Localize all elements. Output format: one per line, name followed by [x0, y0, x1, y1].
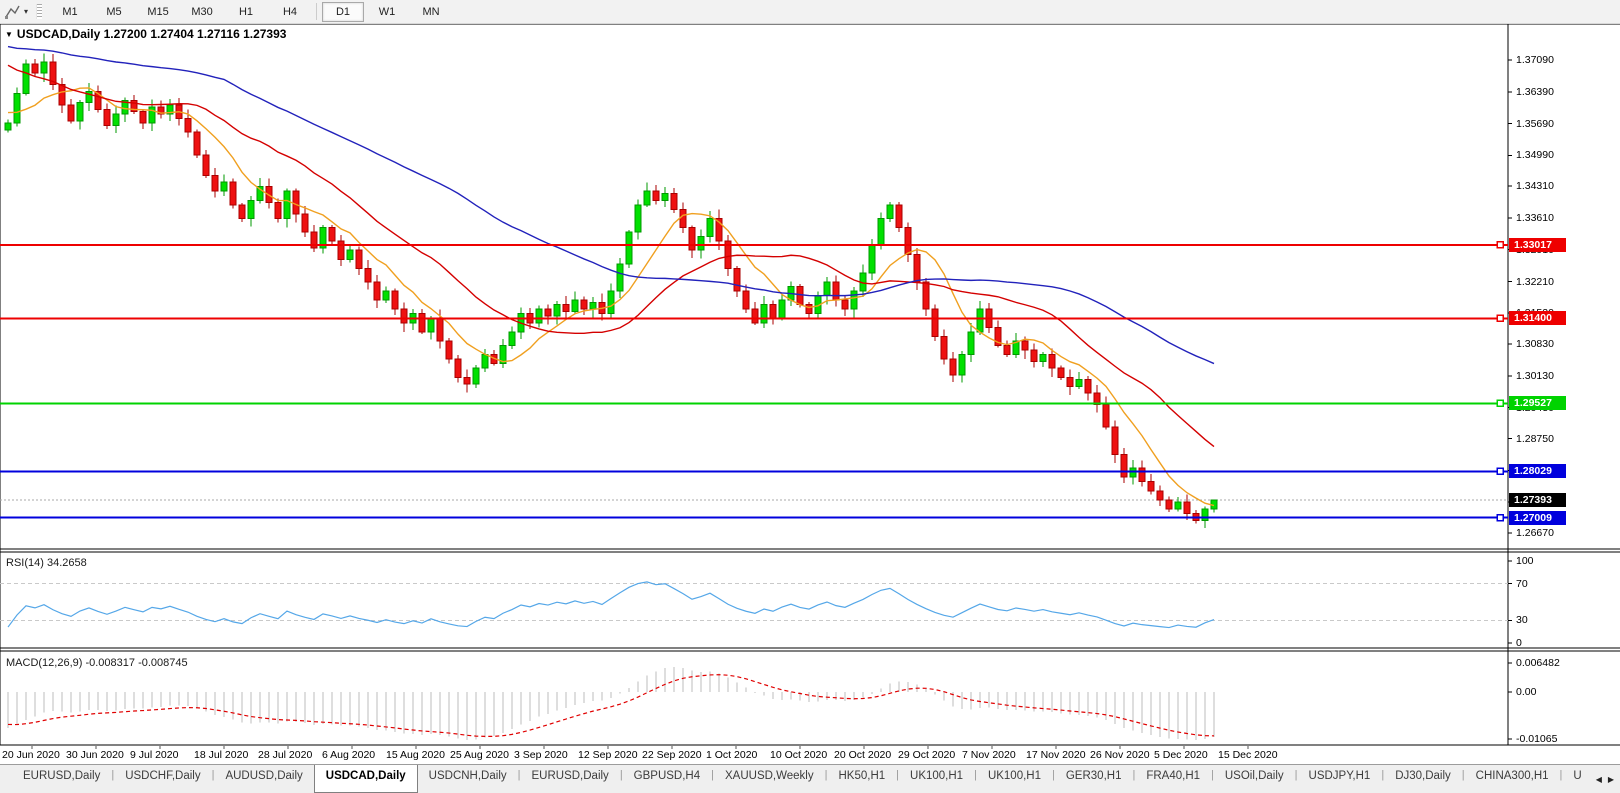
- chart-overlays: 1.37090 1.36390 1.35690 1.34990 1.34310 1.336…: [0, 0, 1620, 792]
- price-axis-label: 1.32210: [1516, 275, 1554, 288]
- macd-axis-label: -0.01065: [1516, 733, 1558, 745]
- chart-tab-usoil-daily[interactable]: USOil,Daily: [1214, 765, 1295, 793]
- price-axis-label: 1.26670: [1516, 526, 1554, 539]
- level-price-label: 1.27009: [1509, 510, 1566, 525]
- toolbar-drag-handle[interactable]: [36, 4, 43, 19]
- chart-title-text: USDCAD,Daily 1.27200 1.27404 1.27116 1.2…: [16, 27, 287, 41]
- chart-tab-dj30-daily[interactable]: DJ30,Daily: [1384, 765, 1462, 793]
- chart-tool-icon[interactable]: [4, 4, 22, 20]
- price-axis-label: 1.37090: [1516, 54, 1554, 66]
- macd-indicator-label: MACD(12,26,9) -0.008317 -0.008745: [6, 657, 188, 669]
- chart-tab-fra40-h1[interactable]: FRA40,H1: [1135, 765, 1211, 793]
- timeframe-button-mn[interactable]: MN: [410, 2, 452, 22]
- level-price-label: 1.31400: [1509, 311, 1566, 326]
- date-axis-label: 25 Aug 2020: [450, 749, 509, 761]
- price-axis-label: 1.30830: [1516, 338, 1554, 351]
- drawing-tool-group: ▾: [0, 0, 32, 23]
- chart-tab-eurusd-daily[interactable]: EURUSD,Daily: [12, 765, 111, 793]
- chart-tab-u[interactable]: U: [1562, 765, 1592, 793]
- chart-tab-ger30-h1[interactable]: GER30,H1: [1055, 765, 1133, 793]
- chart-tab-uk100-h1[interactable]: UK100,H1: [899, 765, 974, 793]
- chart-tab-audusd-daily[interactable]: AUDUSD,Daily: [214, 765, 313, 793]
- price-axis-label: 1.28750: [1516, 432, 1554, 445]
- symbol-dropdown-icon[interactable]: ▼: [5, 30, 13, 39]
- chart-tab-hk50-h1[interactable]: HK50,H1: [827, 765, 896, 793]
- price-axis-label: 1.34310: [1516, 180, 1554, 193]
- chart-tab-usdchf-daily[interactable]: USDCHF,Daily: [114, 765, 211, 793]
- date-axis-label: 7 Nov 2020: [962, 749, 1016, 761]
- date-axis-label: 20 Jun 2020: [2, 749, 60, 761]
- date-axis-label: 5 Dec 2020: [1154, 749, 1208, 761]
- date-axis-label: 18 Jul 2020: [194, 749, 249, 761]
- timeframe-button-h4[interactable]: H4: [269, 2, 311, 22]
- chart-title: ▼ USDCAD,Daily 1.27200 1.27404 1.27116 1.…: [5, 27, 286, 41]
- current-price-label: 1.27393: [1509, 493, 1566, 508]
- rsi-indicator-label: RSI(14) 34.2658: [6, 557, 87, 569]
- price-axis-label: 1.30130: [1516, 369, 1554, 382]
- date-axis-label: 20 Oct 2020: [834, 749, 892, 761]
- chart-tabs: EURUSD,Daily | USDCHF,Daily | AUDUSD,Daily US…: [0, 765, 1593, 793]
- chart-tab-usdjpy-h1[interactable]: USDJPY,H1: [1298, 765, 1382, 793]
- price-axis-label: 1.35690: [1516, 117, 1554, 130]
- date-axis-label: 26 Nov 2020: [1090, 749, 1150, 761]
- level-price-label: 1.28029: [1509, 464, 1566, 479]
- date-axis-label: 29 Oct 2020: [898, 749, 956, 761]
- tab-scroll-buttons: ◀ ▶: [1592, 765, 1617, 793]
- date-axis-label: 15 Dec 2020: [1218, 749, 1278, 761]
- toolbar-separator: [316, 3, 318, 20]
- chart-tab-uk100-h1[interactable]: UK100,H1: [977, 765, 1052, 793]
- date-axis-label: 1 Oct 2020: [706, 749, 758, 761]
- date-axis-label: 3 Sep 2020: [514, 749, 568, 761]
- chart-tab-xauusd-weekly[interactable]: XAUUSD,Weekly: [714, 765, 825, 793]
- macd-axis-label: 0.006482: [1516, 657, 1560, 670]
- macd-axis-label: 0.00: [1516, 686, 1537, 698]
- tab-scroll-left-icon[interactable]: ◀: [1596, 775, 1602, 784]
- chart-tab-eurusd-daily[interactable]: EURUSD,Daily: [520, 765, 619, 793]
- timeframe-button-group: M1 M5 M15 M30 H1 H4 D1 W1 MN: [48, 1, 453, 22]
- price-axis-label: 1.34990: [1516, 149, 1554, 162]
- date-axis-label: 28 Jul 2020: [258, 749, 313, 761]
- dropdown-caret-icon[interactable]: ▾: [24, 7, 28, 16]
- date-axis-label: 22 Sep 2020: [642, 749, 702, 761]
- date-axis-label: 6 Aug 2020: [322, 749, 376, 761]
- timeframe-button-m1[interactable]: M1: [49, 2, 91, 22]
- chart-tab-bar: EURUSD,Daily | USDCHF,Daily | AUDUSD,Daily US…: [0, 764, 1620, 793]
- chart-tab-usdcad-daily[interactable]: USDCAD,Daily: [313, 765, 418, 793]
- timeframe-button-h1[interactable]: H1: [225, 2, 267, 22]
- timeframe-button-d1[interactable]: D1: [322, 1, 365, 22]
- timeframe-button-m30[interactable]: M30: [181, 2, 223, 22]
- level-price-label: 1.29527: [1509, 396, 1566, 411]
- date-axis-label: 9 Jul 2020: [130, 749, 179, 761]
- date-axis-label: 30 Jun 2020: [66, 749, 124, 761]
- chart-tab-usdcnh-daily[interactable]: USDCNH,Daily: [418, 765, 518, 793]
- date-axis-label: 17 Nov 2020: [1026, 749, 1086, 761]
- timeframe-button-m15[interactable]: M15: [137, 2, 179, 22]
- chart-window: 1.37090 1.36390 1.35690 1.34990 1.34310 1.336…: [0, 0, 1620, 792]
- price-axis-label: 1.36390: [1516, 85, 1554, 98]
- timeframe-button-w1[interactable]: W1: [366, 2, 408, 22]
- date-axis-label: 10 Oct 2020: [770, 749, 828, 761]
- chart-tab-gbpusd-h4[interactable]: GBPUSD,H4: [623, 765, 711, 793]
- top-toolbar: ▾ M1 M5 M15 M30 H1 H4 D1 W1 MN: [0, 0, 1620, 24]
- rsi-axis-label: 70: [1516, 577, 1528, 590]
- chart-tab-china300-h1[interactable]: CHINA300,H1: [1465, 765, 1560, 793]
- date-axis-label: 15 Aug 2020: [386, 749, 445, 761]
- price-axis-label: 1.33610: [1516, 211, 1554, 224]
- rsi-axis-label: 100: [1516, 555, 1534, 567]
- rsi-axis-label: 30: [1516, 614, 1528, 627]
- level-price-label: 1.33017: [1509, 237, 1566, 252]
- date-axis-label: 12 Sep 2020: [578, 749, 638, 761]
- tab-scroll-right-icon[interactable]: ▶: [1608, 775, 1614, 784]
- rsi-axis-label: 0: [1516, 637, 1522, 649]
- timeframe-button-m5[interactable]: M5: [93, 2, 135, 22]
